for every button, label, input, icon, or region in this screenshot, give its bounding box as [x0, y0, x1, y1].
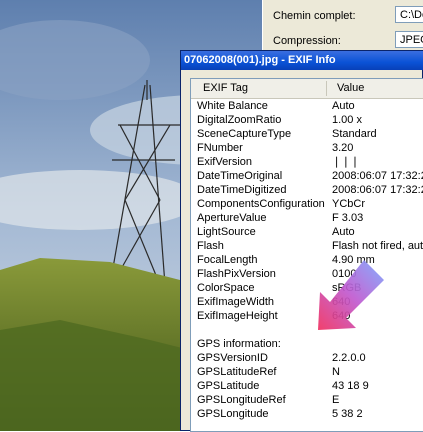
exif-tag-cell: FocalLength	[197, 254, 258, 266]
exif-tag-cell: LightSource	[197, 226, 256, 238]
table-row[interactable]: ComponentsConfiguration YCbCr	[191, 197, 423, 211]
table-row[interactable]: GPSLatitude 43 18 9	[191, 379, 423, 393]
compression-label: Compression:	[273, 35, 341, 47]
exif-value-cell: 43 18 9	[332, 380, 369, 392]
exif-tag-cell: DateTimeOriginal	[197, 170, 283, 182]
exif-tag-cell: ColorSpace	[197, 282, 255, 294]
table-row[interactable]: GPSLatitudeRef N	[191, 365, 423, 379]
exif-tag-cell: GPS information:	[197, 338, 281, 350]
column-separator[interactable]	[326, 81, 327, 96]
exif-value-cell: YCbCr	[332, 198, 366, 210]
exif-tag-cell: Flash	[197, 240, 224, 252]
exif-value-cell: F 3.03	[332, 212, 364, 224]
table-row[interactable]: ExifVersion ❘❘❘	[191, 155, 423, 169]
exif-tag-cell: ExifVersion	[197, 156, 253, 168]
exif-list[interactable]: EXIF Tag Value White Balance Auto DigitalZ…	[190, 78, 423, 432]
table-row[interactable]: FNumber 3.20	[191, 141, 423, 155]
window-title[interactable]: 07062008(001).jpg - EXIF Info	[181, 51, 423, 70]
table-row[interactable]: DateTimeOriginal 2008:06:07 17:32:2	[191, 169, 423, 183]
compression-field[interactable]: JPEG	[395, 31, 423, 48]
exif-value-cell: Auto	[332, 226, 355, 238]
compression-row: Compression: JPEG	[263, 31, 423, 51]
exif-tag-cell: SceneCaptureType	[197, 128, 292, 140]
table-row[interactable]: GPS information:	[191, 337, 423, 351]
exif-value-cell: E	[332, 394, 340, 406]
exif-tag-cell: GPSLongitudeRef	[197, 394, 286, 406]
table-row[interactable]: LightSource Auto	[191, 225, 423, 239]
exif-tag-cell: FNumber	[197, 142, 243, 154]
exif-tag-cell: ComponentsConfiguration	[197, 198, 325, 210]
exif-tag-cell: GPSLatitude	[197, 380, 260, 392]
exif-tag-cell: GPSLatitudeRef	[197, 366, 277, 378]
exif-tag-cell: DigitalZoomRatio	[197, 114, 282, 126]
exif-tag-cell: ExifImageHeight	[197, 310, 278, 322]
exif-tag-cell: ExifImageWidth	[197, 296, 275, 308]
exif-info-window[interactable]: 07062008(001).jpg - EXIF Info EXIF Tag V…	[180, 50, 423, 432]
full-path-field[interactable]: C:\Do	[395, 6, 423, 23]
exif-value-cell: 5 38 2	[332, 408, 363, 420]
exif-tag-cell: GPSLongitude	[197, 408, 269, 420]
pointer-arrow-icon	[318, 260, 384, 330]
exif-value-cell: Auto	[332, 100, 355, 112]
table-row[interactable]: GPSVersionID 2.2.0.0	[191, 351, 423, 365]
table-row[interactable]: DateTimeDigitized 2008:06:07 17:32:2	[191, 183, 423, 197]
exif-value-cell: Flash not fired, auto	[332, 240, 423, 252]
full-path-label: Chemin complet:	[273, 10, 356, 22]
exif-value-cell: 1.00 x	[332, 114, 362, 126]
table-row[interactable]: ApertureValue F 3.03	[191, 211, 423, 225]
exif-value-cell: N	[332, 366, 340, 378]
exif-value-cell: ❘❘❘	[332, 156, 360, 168]
list-header: EXIF Tag Value	[191, 79, 423, 99]
exif-value-cell: 2008:06:07 17:32:2	[332, 184, 423, 196]
exif-tag-cell: ApertureValue	[197, 212, 267, 224]
exif-value-cell: 2.2.0.0	[332, 352, 366, 364]
exif-value-cell: 3.20	[332, 142, 354, 154]
table-row[interactable]: Flash Flash not fired, auto	[191, 239, 423, 253]
exif-value-cell: 2008:06:07 17:32:2	[332, 170, 423, 182]
exif-tag-cell: DateTimeDigitized	[197, 184, 287, 196]
column-header-value[interactable]: Value	[337, 82, 364, 94]
table-row[interactable]: White Balance Auto	[191, 99, 423, 113]
table-row[interactable]: DigitalZoomRatio 1.00 x	[191, 113, 423, 127]
table-row[interactable]: SceneCaptureType Standard	[191, 127, 423, 141]
exif-tag-cell: White Balance	[197, 100, 268, 112]
exif-tag-cell: GPSVersionID	[197, 352, 268, 364]
column-header-tag[interactable]: EXIF Tag	[203, 82, 248, 94]
full-path-row: Chemin complet: C:\Do	[263, 6, 423, 26]
exif-tag-cell: FlashPixVersion	[197, 268, 276, 280]
exif-value-cell: Standard	[332, 128, 377, 140]
table-row[interactable]: GPSLongitudeRef E	[191, 393, 423, 407]
table-row[interactable]: GPSLongitude 5 38 2	[191, 407, 423, 421]
